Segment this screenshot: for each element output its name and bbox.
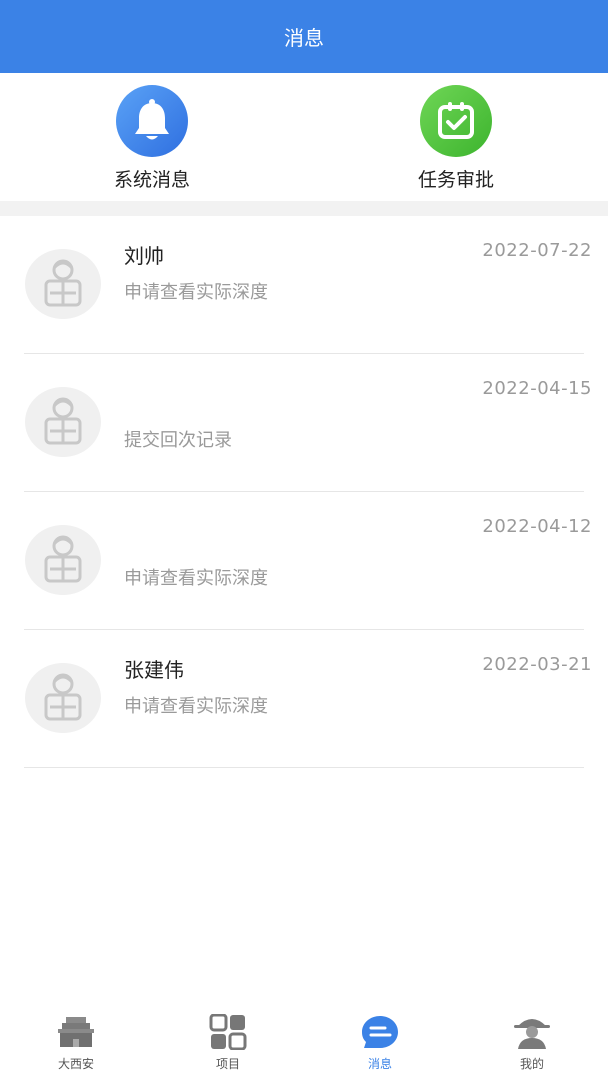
bell-icon bbox=[116, 85, 188, 157]
row-divider bbox=[24, 767, 584, 768]
message-content: 申请查看实际深度 bbox=[124, 696, 268, 717]
avatar-icon bbox=[25, 525, 101, 595]
message-list: 刘帅 2022-07-22 申请查看实际深度 2022-04-15 提交回次记录 bbox=[0, 216, 608, 768]
calendar-check-icon bbox=[420, 85, 492, 157]
section-divider bbox=[0, 201, 608, 216]
grid-icon bbox=[208, 1013, 248, 1051]
message-item[interactable]: 2022-04-15 提交回次记录 bbox=[0, 354, 608, 492]
tab-projects-label: 项目 bbox=[215, 1057, 240, 1071]
message-icon bbox=[360, 1013, 400, 1051]
message-content: 申请查看实际深度 bbox=[124, 282, 268, 303]
quick-actions: 系统消息 任务审批 bbox=[0, 73, 608, 201]
tab-messages-label: 消息 bbox=[367, 1057, 392, 1071]
tab-mine-label: 我的 bbox=[519, 1057, 544, 1071]
message-content: 提交回次记录 bbox=[124, 430, 232, 451]
avatar-icon bbox=[25, 387, 101, 457]
message-date: 2022-03-21 bbox=[482, 654, 592, 675]
tab-projects[interactable]: 项目 bbox=[152, 1005, 304, 1080]
message-item[interactable]: 刘帅 2022-07-22 申请查看实际深度 bbox=[0, 216, 608, 354]
sender-name: 刘帅 bbox=[124, 244, 164, 268]
tab-messages[interactable]: 消息 bbox=[304, 1005, 456, 1080]
message-item[interactable]: 2022-04-12 申请查看实际深度 bbox=[0, 492, 608, 630]
tab-mine[interactable]: 我的 bbox=[456, 1005, 608, 1080]
message-item[interactable]: 张建伟 2022-03-21 申请查看实际深度 bbox=[0, 630, 608, 768]
system-messages-label: 系统消息 bbox=[113, 169, 190, 191]
message-content: 申请查看实际深度 bbox=[124, 568, 268, 589]
message-date: 2022-07-22 bbox=[482, 240, 592, 261]
sender-name: 张建伟 bbox=[124, 658, 184, 682]
user-icon bbox=[512, 1013, 552, 1051]
tab-home[interactable]: 大西安 bbox=[0, 1005, 152, 1080]
page-header: 消息 bbox=[0, 0, 608, 73]
task-approval-button[interactable]: 任务审批 bbox=[356, 73, 556, 201]
building-icon bbox=[56, 1013, 96, 1051]
message-date: 2022-04-15 bbox=[482, 378, 592, 399]
task-approval-label: 任务审批 bbox=[417, 169, 494, 191]
bottom-tab-bar: 大西安 项目 消息 我的 bbox=[0, 1005, 608, 1080]
avatar-icon bbox=[25, 663, 101, 733]
system-messages-button[interactable]: 系统消息 bbox=[52, 73, 252, 201]
tab-home-label: 大西安 bbox=[57, 1057, 94, 1071]
avatar-icon bbox=[25, 249, 101, 319]
message-date: 2022-04-12 bbox=[482, 516, 592, 537]
page-title: 消息 bbox=[284, 26, 324, 50]
